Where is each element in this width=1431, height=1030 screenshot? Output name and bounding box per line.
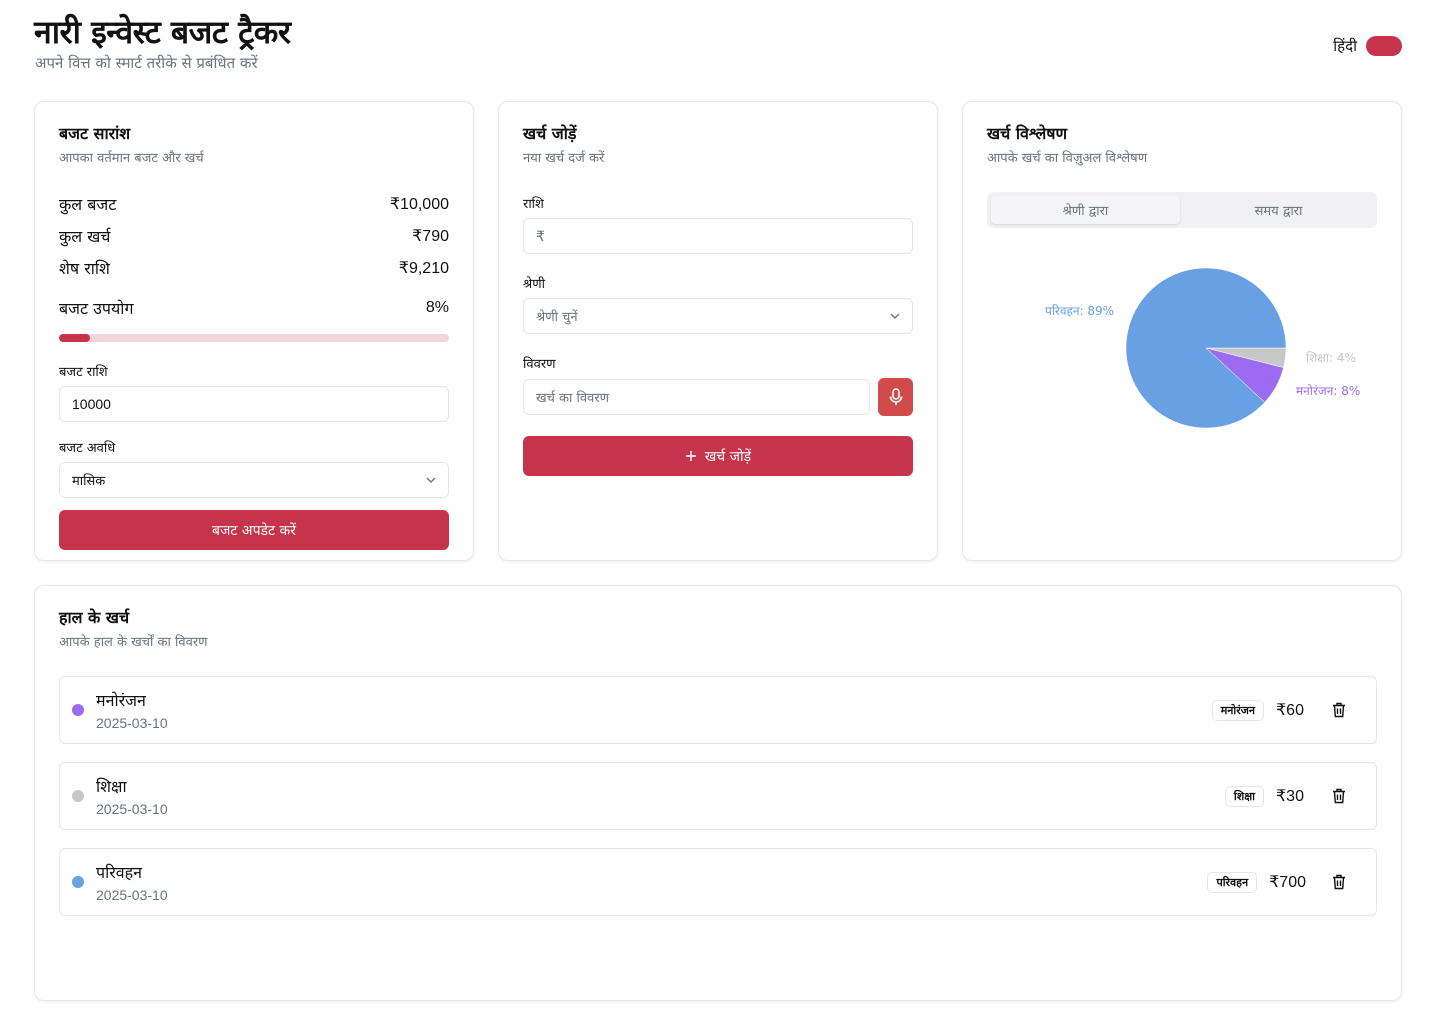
usage-progress-fill — [59, 334, 91, 342]
card-description: नया खर्च दर्ज करें — [523, 151, 605, 166]
stat-total-spent: कुल खर्च ₹790 — [59, 220, 449, 252]
language-label: हिंदी — [1333, 37, 1357, 55]
category-label: श्रेणी — [523, 277, 545, 292]
category-dot — [72, 704, 84, 716]
stat-label: शेष राशि — [59, 259, 110, 278]
budget-period-select[interactable]: मासिक — [59, 462, 449, 498]
card-title: खर्च जोड़ें — [523, 124, 577, 143]
chevron-down-icon — [426, 477, 436, 483]
language-switch: हिंदी — [1333, 36, 1402, 56]
tab-by-category[interactable]: श्रेणी द्वारा — [991, 196, 1180, 224]
delete-expense-button[interactable] — [1328, 871, 1350, 893]
card-description: आपके खर्च का विज़ुअल विश्लेषण — [987, 151, 1148, 166]
expense-analysis-card: खर्च विश्लेषण आपके खर्च का विज़ुअल विश्ल… — [962, 101, 1402, 561]
language-toggle[interactable] — [1366, 36, 1402, 56]
expense-name: मनोरंजन — [96, 691, 146, 710]
analysis-tabs: श्रेणी द्वारा समय द्वारा — [987, 192, 1377, 228]
budget-amount-input[interactable]: 10000 — [59, 386, 449, 422]
category-pie-chart: शिक्षा: 4% मनोरंजन: 8% परिवहन: 89% — [1045, 267, 1360, 429]
chevron-down-icon — [890, 313, 900, 319]
trash-icon — [1333, 788, 1345, 804]
expense-name: परिवहन — [96, 863, 143, 882]
expense-amount: ₹30 — [1276, 788, 1304, 805]
usage-value: 8% — [425, 299, 449, 316]
category-dot — [72, 876, 84, 888]
card-title: बजट सारांश — [59, 124, 131, 143]
trash-icon — [1333, 702, 1345, 718]
stat-label: कुल बजट — [59, 195, 117, 214]
voice-input-button[interactable] — [878, 378, 913, 416]
delete-expense-button[interactable] — [1328, 785, 1350, 807]
amount-input[interactable]: ₹ — [523, 218, 913, 254]
plus-icon — [685, 451, 696, 461]
expense-amount: ₹700 — [1269, 874, 1306, 891]
delete-expense-button[interactable] — [1328, 699, 1350, 721]
category-badge: मनोरंजन — [1211, 699, 1264, 721]
budget-amount-label: बजट राशि — [59, 365, 108, 380]
pie-slice — [1125, 267, 1287, 429]
amount-label: राशि — [523, 197, 544, 212]
category-badge: परिवहन — [1207, 871, 1258, 893]
expense-item: परिवहन 2025-03-10 परिवहन ₹700 — [59, 848, 1377, 916]
recent-expenses-card: हाल के खर्च आपके हाल के खर्चों का विवरण … — [34, 585, 1402, 1001]
stat-value: ₹9,210 — [398, 260, 449, 277]
pie-slice-label: शिक्षा: 4% — [1306, 351, 1356, 365]
budget-period-label: बजट अवधि — [59, 441, 116, 456]
card-description: आपके हाल के खर्चों का विवरण — [59, 635, 208, 650]
description-placeholder: खर्च का विवरण — [536, 391, 610, 406]
stat-remaining: शेष राशि ₹9,210 — [59, 252, 449, 284]
budget-usage: बजट उपयोग 8% — [59, 292, 449, 324]
update-budget-button[interactable]: बजट अपडेट करें — [59, 510, 449, 550]
stat-total-budget: कुल बजट ₹10,000 — [59, 188, 449, 220]
card-title: खर्च विश्लेषण — [987, 124, 1068, 143]
description-input[interactable]: खर्च का विवरण — [523, 379, 870, 415]
expense-date: 2025-03-10 — [96, 801, 168, 817]
category-dot — [72, 790, 84, 802]
app-subtitle: अपने वित्त को स्मार्ट तरीके से प्रबंधित … — [35, 54, 258, 72]
description-label: विवरण — [523, 357, 556, 372]
usage-label: बजट उपयोग — [59, 299, 134, 318]
budget-amount-value: 10000 — [72, 396, 111, 412]
stat-value: ₹790 — [412, 228, 449, 245]
expense-amount: ₹60 — [1276, 702, 1304, 719]
stat-label: कुल खर्च — [59, 227, 111, 246]
expense-date: 2025-03-10 — [96, 715, 168, 731]
expense-date: 2025-03-10 — [96, 887, 168, 903]
trash-icon — [1333, 874, 1345, 890]
add-expense-button[interactable]: खर्च जोड़ें — [523, 436, 913, 476]
add-expense-label: खर्च जोड़ें — [704, 448, 752, 465]
amount-placeholder: ₹ — [536, 227, 545, 244]
card-description: आपका वर्तमान बजट और खर्च — [59, 151, 204, 166]
pie-slice-label: परिवहन: 89% — [1045, 304, 1114, 318]
expense-item: शिक्षा 2025-03-10 शिक्षा ₹30 — [59, 762, 1377, 830]
add-expense-card: खर्च जोड़ें नया खर्च दर्ज करें राशि ₹ श्… — [498, 101, 938, 561]
microphone-icon — [889, 388, 902, 405]
budget-period-value: मासिक — [72, 474, 106, 489]
category-select[interactable]: श्रेणी चुनें — [523, 298, 913, 334]
budget-summary-card: बजट सारांश आपका वर्तमान बजट और खर्च कुल … — [34, 101, 474, 561]
expense-name: शिक्षा — [96, 777, 127, 796]
app-title: नारी इन्वेस्ट बजट ट्रैकर — [34, 13, 291, 51]
category-placeholder: श्रेणी चुनें — [536, 310, 578, 325]
tab-by-time[interactable]: समय द्वारा — [1184, 196, 1373, 224]
category-badge: शिक्षा — [1224, 785, 1264, 807]
budget-stats: कुल बजट ₹10,000 कुल खर्च ₹790 शेष राशि ₹… — [59, 188, 449, 342]
usage-progress-bar — [59, 334, 449, 342]
pie-slice-label: मनोरंजन: 8% — [1296, 384, 1360, 398]
stat-value: ₹10,000 — [389, 196, 449, 213]
expense-item: मनोरंजन 2025-03-10 मनोरंजन ₹60 — [59, 676, 1377, 744]
card-title: हाल के खर्च — [59, 608, 130, 627]
